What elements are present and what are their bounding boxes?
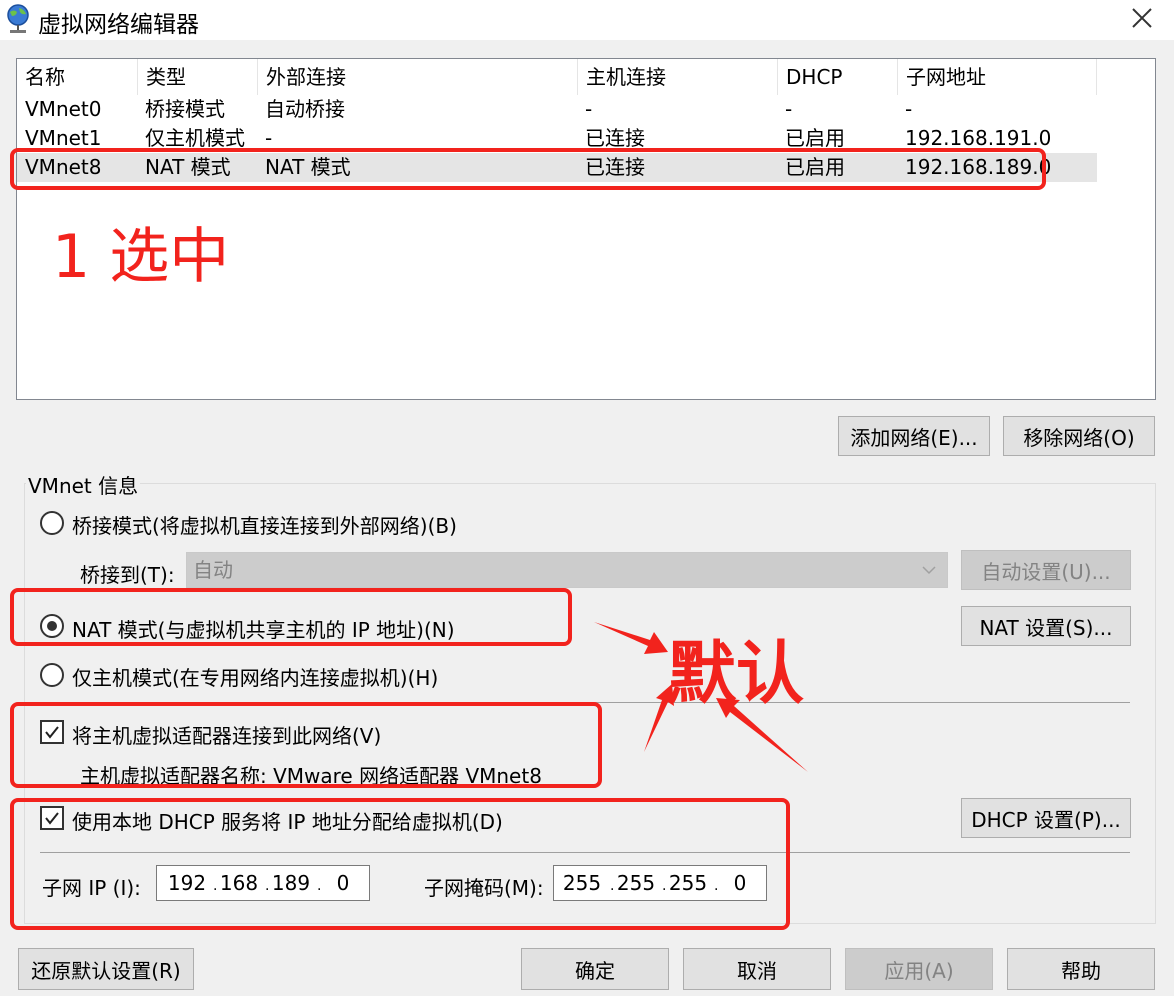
annotation-arrow-icon <box>644 684 674 752</box>
annotation-arrows <box>594 622 808 772</box>
annotation-arrow-icon <box>594 622 668 654</box>
annotation-arrow-icon <box>716 698 808 772</box>
